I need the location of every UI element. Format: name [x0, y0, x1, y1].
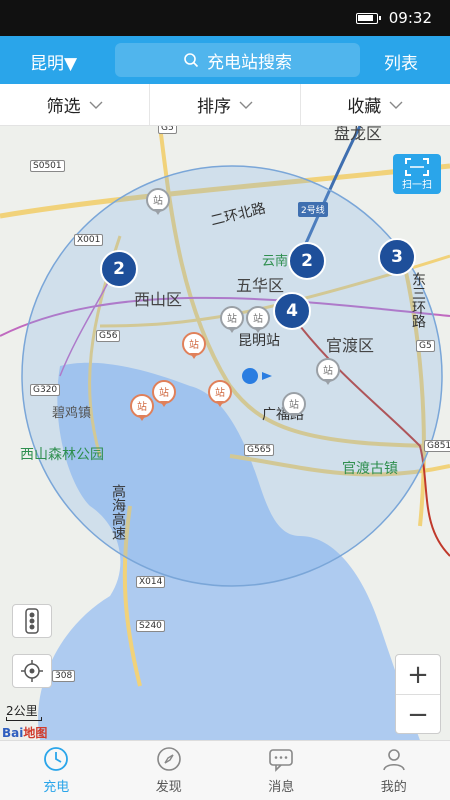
- message-icon: [269, 749, 294, 772]
- favorites-button[interactable]: 收藏: [301, 84, 450, 125]
- person-icon: [382, 749, 405, 771]
- clock-icon: [44, 747, 69, 771]
- chevron-down-icon: [239, 101, 253, 109]
- battery-icon: [356, 13, 381, 24]
- road-tag: G5: [416, 340, 435, 352]
- tab-charge[interactable]: 充电: [0, 741, 113, 800]
- favorites-label: 收藏: [347, 97, 382, 117]
- city-selector[interactable]: 昆明▼: [30, 49, 77, 74]
- station-label: 站: [323, 364, 333, 377]
- tab-profile[interactable]: 我的: [338, 741, 450, 800]
- tab-discover-label: 发现: [155, 780, 182, 795]
- map-label-guandu-town: 官渡古镇: [342, 461, 398, 477]
- map-label-panlong: 盘龙区: [334, 126, 383, 143]
- traffic-light-icon: [25, 608, 39, 634]
- station-marker[interactable]: 站: [206, 380, 234, 408]
- station-label: 站: [137, 400, 147, 413]
- scan-icon: [405, 158, 429, 176]
- map-label-highway: 高海高速: [110, 484, 126, 540]
- filter-bar: 筛选 排序 收藏: [0, 84, 450, 126]
- scan-button[interactable]: 扫一扫: [393, 154, 441, 194]
- baidu-map-logo: Bai地图: [2, 724, 47, 740]
- search-placeholder: 充电站搜索: [207, 52, 292, 73]
- cluster-marker[interactable]: 3: [378, 238, 416, 276]
- station-marker[interactable]: 站: [128, 394, 156, 422]
- station-label: 站: [289, 398, 299, 411]
- chevron-down-icon: [89, 101, 103, 109]
- scan-label: 扫一扫: [402, 180, 432, 191]
- zoom-controls: + −: [395, 654, 441, 734]
- station-label: 站: [153, 194, 163, 207]
- bottom-tab-bar: 充电 发现 消息 我的: [0, 740, 450, 800]
- map-label-xishan-park: 西山森林公园: [20, 447, 104, 463]
- map-label-metro-2: 2号线: [298, 202, 328, 217]
- tab-messages[interactable]: 消息: [225, 741, 338, 800]
- map-label-guandu: 官渡区: [326, 336, 375, 355]
- map-label-xishan: 西山区: [134, 290, 183, 309]
- map-label-yunnan: 云南: [262, 254, 289, 269]
- zoom-out-button[interactable]: −: [396, 695, 440, 735]
- baidu-logo-text-b: 地图: [23, 726, 48, 740]
- cluster-marker[interactable]: 2: [288, 242, 326, 280]
- station-marker[interactable]: 站: [180, 332, 208, 360]
- cluster-marker[interactable]: 4: [273, 292, 311, 330]
- station-marker[interactable]: 站: [280, 392, 308, 420]
- sort-button[interactable]: 排序: [150, 84, 301, 125]
- tab-profile-label: 我的: [380, 780, 407, 795]
- locate-icon: [21, 660, 43, 682]
- compass-icon: [156, 747, 181, 771]
- sort-label: 排序: [196, 97, 231, 117]
- search-icon: [184, 53, 199, 68]
- road-tag: X001: [74, 234, 104, 246]
- map-label-wuhua: 五华区: [236, 276, 285, 295]
- tab-discover[interactable]: 发现: [113, 741, 226, 800]
- road-tag: G5: [158, 126, 177, 134]
- map-label-bijizhen: 碧鸡镇: [52, 406, 92, 421]
- station-label: 站: [253, 312, 263, 325]
- map-scale-bar: [6, 717, 42, 721]
- filter-label: 筛选: [46, 97, 81, 117]
- station-label: 站: [159, 386, 169, 399]
- station-marker[interactable]: 站: [244, 306, 272, 334]
- list-button[interactable]: 列表: [384, 49, 418, 74]
- station-label: 站: [227, 312, 237, 325]
- top-bar: 昆明▼ 充电站搜索 列表: [0, 36, 450, 84]
- traffic-button[interactable]: [12, 604, 52, 638]
- road-tag: S240: [136, 620, 165, 632]
- cluster-marker[interactable]: 2: [100, 250, 138, 288]
- road-tag: G851: [424, 440, 450, 452]
- tab-messages-label: 消息: [268, 780, 295, 795]
- status-bar: 09:32: [0, 0, 450, 36]
- filter-button[interactable]: 筛选: [0, 84, 151, 125]
- road-tag: G56: [96, 330, 121, 342]
- chevron-down-icon: [389, 101, 403, 109]
- zoom-in-button[interactable]: +: [396, 655, 440, 695]
- road-tag: S0501: [30, 160, 65, 172]
- station-marker[interactable]: 站: [218, 306, 246, 334]
- status-time: 09:32: [388, 9, 432, 27]
- map-label-east-ring: 东三环路: [410, 272, 426, 328]
- station-label: 站: [215, 386, 225, 399]
- road-tag: G320: [30, 384, 61, 396]
- road-tag: X014: [136, 576, 166, 588]
- locate-button[interactable]: [12, 654, 52, 688]
- tab-charge-label: 充电: [43, 780, 70, 795]
- station-label: 站: [189, 338, 199, 351]
- search-bar[interactable]: 充电站搜索: [115, 43, 360, 77]
- station-marker[interactable]: 站: [144, 188, 172, 216]
- station-marker[interactable]: 站: [314, 358, 342, 386]
- road-tag: G565: [244, 444, 275, 456]
- map-view[interactable]: 盘龙区 五华区 西山区 官渡区 昆明站 云南 碧鸡镇 西山森林公园 官渡古镇 二…: [0, 126, 450, 740]
- baidu-logo-text-a: Bai: [2, 726, 24, 740]
- road-tag: 308: [52, 670, 76, 682]
